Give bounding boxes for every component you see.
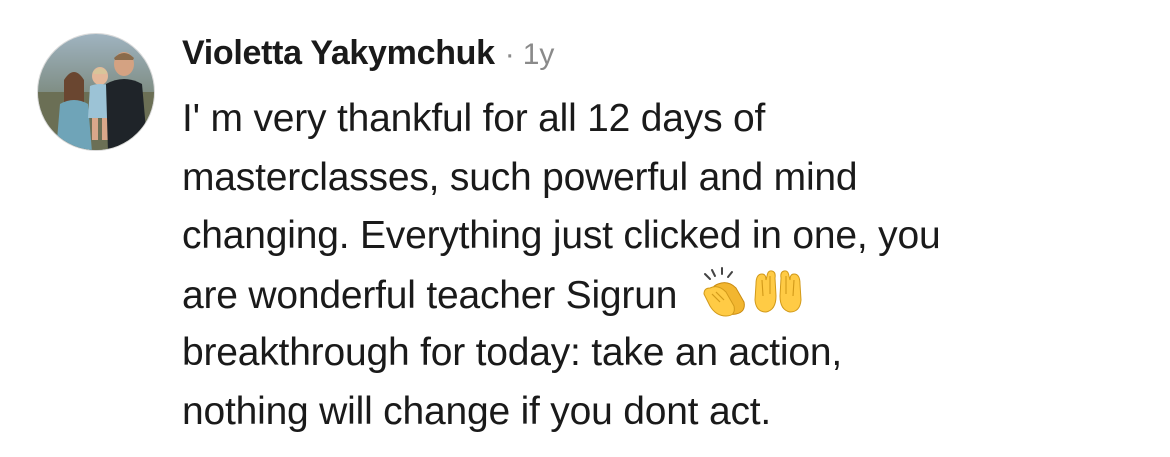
avatar[interactable] (37, 33, 155, 151)
clapping-hands-emoji-icon (698, 266, 750, 318)
separator-dot: · (504, 38, 515, 71)
comment: Violetta Yakymchuk · 1y I' m very thankf… (0, 0, 1170, 457)
avatar-photo (38, 34, 154, 150)
comment-header: Violetta Yakymchuk · 1y (182, 34, 554, 78)
comment-text-line: changing. Everything just clicked in one… (182, 214, 941, 257)
comment-text-line: I' m very thankful for all 12 days of (182, 97, 766, 140)
comment-body: I' m very thankful for all 12 days of ma… (182, 90, 1142, 441)
author-name[interactable]: Violetta Yakymchuk (182, 34, 495, 73)
comment-text-line: masterclasses, such powerful and mind (182, 155, 858, 199)
comment-text-line: breakthrough for today: take an action, (182, 331, 842, 374)
comment-text-line-with-emojis: are wonderful teacher Sigrun (182, 266, 1142, 325)
comment-timestamp[interactable]: 1y (523, 38, 555, 72)
palms-up-together-emoji-icon (752, 266, 804, 318)
comment-text-line: nothing will change if you dont act. (182, 389, 772, 433)
comment-text-segment: are wonderful teacher Sigrun (182, 273, 678, 317)
